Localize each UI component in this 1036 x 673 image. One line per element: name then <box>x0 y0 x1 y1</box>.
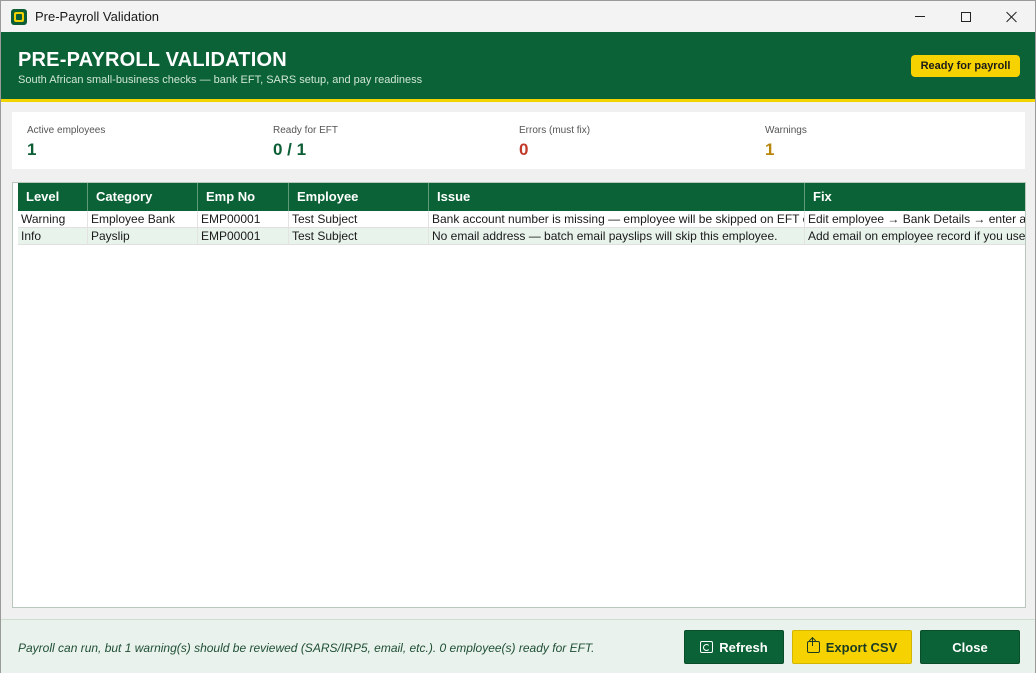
export-csv-button[interactable]: Export CSV <box>792 630 912 664</box>
validation-grid[interactable]: Level Category Emp No Employee Issue Fix… <box>12 182 1026 608</box>
stat-value: 1 <box>27 140 37 159</box>
page-header: PRE-PAYROLL VALIDATION South African sma… <box>1 32 1035 99</box>
app-window: Pre-Payroll Validation PRE-PAYROLL VALID… <box>0 0 1036 673</box>
export-label: Export CSV <box>825 639 898 655</box>
cell-category: Payslip <box>88 228 198 244</box>
column-header-level[interactable]: Level <box>18 183 88 211</box>
footer-bar: Payroll can run, but 1 warning(s) should… <box>1 619 1035 673</box>
status-message: Payroll can run, but 1 warning(s) should… <box>18 641 595 655</box>
window-title: Pre-Payroll Validation <box>35 9 160 24</box>
table-row[interactable]: Info Payslip EMP00001 Test Subject No em… <box>18 228 1026 245</box>
status-badge: Ready for payroll <box>911 55 1020 77</box>
stat-label: Errors (must fix) <box>519 125 591 136</box>
minimize-button[interactable] <box>897 1 943 32</box>
column-header-issue[interactable]: Issue <box>429 183 805 211</box>
maximize-button[interactable] <box>943 1 989 32</box>
cell-issue: Bank account number is missing — employe… <box>429 211 805 227</box>
cell-level: Warning <box>18 211 88 227</box>
close-window-button[interactable] <box>989 1 1035 32</box>
cell-issue: No email address — batch email payslips … <box>429 228 805 244</box>
column-header-employee[interactable]: Employee <box>289 183 429 211</box>
refresh-icon <box>700 641 714 653</box>
page-subtitle: South African small-business checks — ba… <box>18 74 423 86</box>
stat-label: Active employees <box>27 125 106 136</box>
stat-value: 0 / 1 <box>273 140 307 159</box>
column-header-emp-no[interactable]: Emp No <box>198 183 289 211</box>
stat-value: 0 <box>519 140 529 159</box>
header-divider <box>1 99 1035 102</box>
page-title: PRE-PAYROLL VALIDATION <box>18 49 287 71</box>
cell-employee: Test Subject <box>289 228 429 244</box>
table-row[interactable]: Warning Employee Bank EMP00001 Test Subj… <box>18 211 1026 228</box>
summary-panel: Active employees 1 Ready for EFT 0 / 1 E… <box>12 112 1025 169</box>
export-icon <box>806 638 820 653</box>
close-icon <box>1006 11 1018 23</box>
stat-value: 1 <box>765 140 775 159</box>
stat-label: Ready for EFT <box>273 125 339 136</box>
close-button[interactable]: Close <box>920 630 1020 664</box>
column-header-fix[interactable]: Fix <box>805 183 1025 211</box>
cell-emp-no: EMP00001 <box>198 211 289 227</box>
stat-label: Warnings <box>765 125 807 136</box>
cell-employee: Test Subject <box>289 211 429 227</box>
maximize-icon <box>961 11 971 22</box>
grid-header: Level Category Emp No Employee Issue Fix <box>18 183 1025 211</box>
cell-category: Employee Bank <box>88 211 198 227</box>
refresh-button[interactable]: Refresh <box>684 630 784 664</box>
app-logo-icon <box>11 8 27 25</box>
cell-level: Info <box>18 228 88 244</box>
window-controls <box>897 1 1035 32</box>
refresh-label: Refresh <box>719 639 768 655</box>
title-bar: Pre-Payroll Validation <box>1 1 1035 32</box>
minimize-icon <box>915 16 925 17</box>
cell-fix: Edit employee → Bank Details → enter ac <box>808 212 1026 226</box>
close-label: Close <box>952 639 988 655</box>
column-header-category[interactable]: Category <box>88 183 198 211</box>
cell-fix: Add email on employee record if you use <box>808 229 1026 243</box>
cell-emp-no: EMP00001 <box>198 228 289 244</box>
